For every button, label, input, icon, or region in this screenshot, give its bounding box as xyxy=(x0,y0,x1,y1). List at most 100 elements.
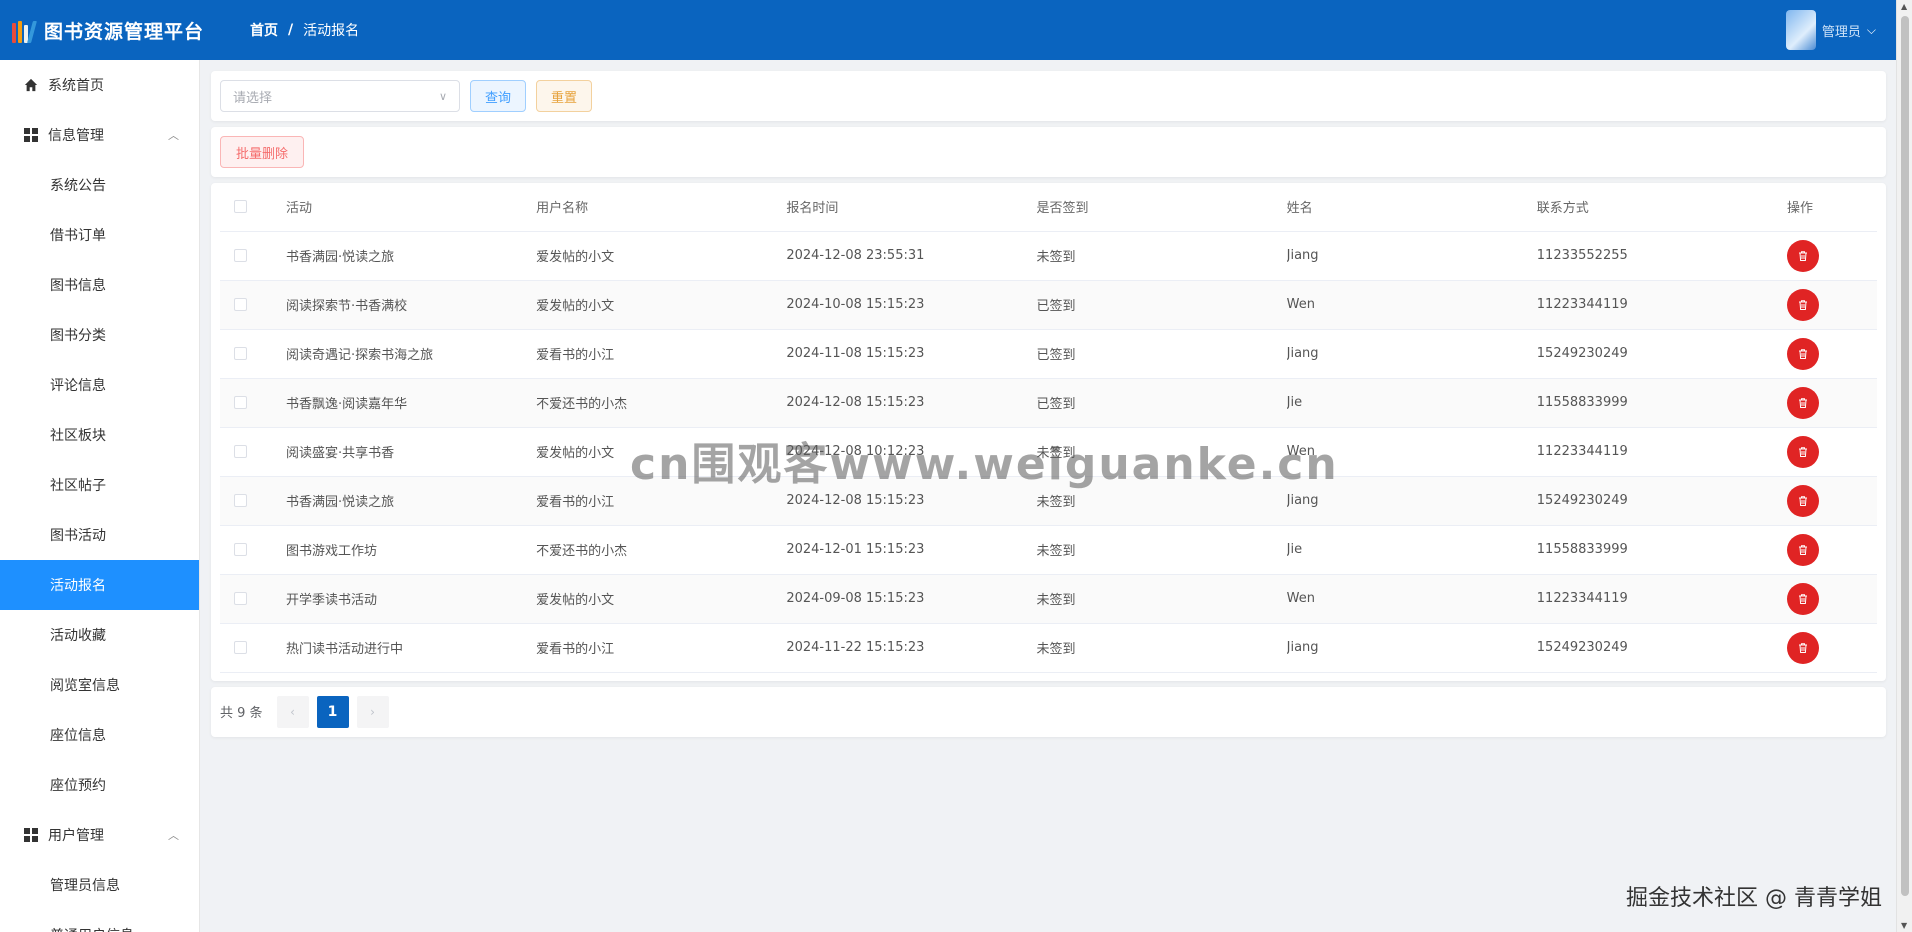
sidebar-item[interactable]: 活动收藏 xyxy=(0,610,199,660)
table-cell: 11233552255 xyxy=(1536,231,1787,281)
sidebar-item[interactable]: 系统公告 xyxy=(0,160,199,210)
table-row[interactable]: 阅读奇遇记·探索书海之旅 爱看书的小江 2024-11-08 15:15:23 已签到… xyxy=(220,329,1877,379)
delete-row-button[interactable] xyxy=(1787,484,1819,517)
delete-row-button[interactable] xyxy=(1787,533,1819,566)
row-select-cell xyxy=(220,280,286,330)
batch-delete-button[interactable]: 批量删除 xyxy=(220,136,305,168)
row-checkbox[interactable] xyxy=(234,543,247,556)
delete-row-button[interactable] xyxy=(1787,631,1819,664)
breadcrumb: 首页 / 活动报名 xyxy=(250,20,359,40)
scroll-up-icon[interactable]: ▲ xyxy=(1901,2,1907,11)
sidebar-item-label: 座位信息 xyxy=(50,728,106,744)
trash-icon xyxy=(1799,348,1807,359)
table-cell: 11558833999 xyxy=(1536,525,1787,575)
table-row[interactable]: 热门读书活动进行中 爱看书的小江 2024-11-22 15:15:23 未签到 Jia… xyxy=(220,623,1877,673)
table-cell: Jiang xyxy=(1286,329,1537,379)
sidebar-item[interactable]: 社区板块 xyxy=(0,410,199,460)
table-cell: 15249230249 xyxy=(1536,329,1787,379)
delete-row-button[interactable] xyxy=(1787,435,1819,468)
sidebar-item[interactable]: 社区帖子 xyxy=(0,460,199,510)
table-row[interactable]: 书香飘逸·阅读嘉年华 不爱还书的小杰 2024-12-08 15:15:23 已签到 J… xyxy=(220,378,1877,428)
sidebar-item[interactable]: 评论信息 xyxy=(0,360,199,410)
sidebar-item-label: 图书活动 xyxy=(50,528,106,544)
sidebar-item[interactable]: 系统首页 xyxy=(0,60,199,110)
table-cell: 书香满园·悦读之旅 xyxy=(286,231,537,281)
scroll-thumb[interactable] xyxy=(1901,16,1909,896)
row-checkbox[interactable] xyxy=(234,641,247,654)
row-select-cell xyxy=(220,329,286,379)
user-menu[interactable]: 管理员 ⌵ xyxy=(1785,10,1876,50)
row-select-cell xyxy=(220,427,286,477)
row-checkbox[interactable] xyxy=(234,592,247,605)
row-checkbox[interactable] xyxy=(234,396,247,409)
sidebar-item[interactable]: 用户管理 ︿ xyxy=(0,810,199,860)
sidebar-item[interactable]: 普通用户信息 xyxy=(0,910,199,932)
app-title: 图书资源管理平台 xyxy=(44,20,205,43)
logo[interactable]: 图书资源管理平台 xyxy=(0,17,203,44)
table-cell: 2024-11-08 15:15:23 xyxy=(786,329,1037,379)
sidebar-item-label: 社区帖子 xyxy=(50,478,106,494)
table-cell: 11223344119 xyxy=(1536,574,1787,624)
sidebar-item-label: 图书分类 xyxy=(50,328,106,344)
table-cell: 爱看书的小江 xyxy=(536,623,787,673)
row-checkbox[interactable] xyxy=(234,347,247,360)
prev-page-button[interactable]: ‹ xyxy=(276,695,309,728)
chevron-down-icon[interactable]: ⌵ xyxy=(1867,23,1876,38)
delete-row-button[interactable] xyxy=(1787,239,1819,272)
sidebar-item[interactable]: 图书活动 xyxy=(0,510,199,560)
delete-row-button[interactable] xyxy=(1787,337,1819,370)
row-checkbox[interactable] xyxy=(234,249,247,262)
table-cell: 已签到 xyxy=(1036,329,1287,379)
delete-row-button[interactable] xyxy=(1787,386,1819,419)
activity-select[interactable]: 请选择 ∨ xyxy=(220,80,460,112)
sidebar-item-label: 阅览室信息 xyxy=(50,678,120,694)
delete-row-button[interactable] xyxy=(1787,582,1819,615)
table-cell: 已签到 xyxy=(1036,378,1287,428)
sidebar-item[interactable]: 管理员信息 xyxy=(0,860,199,910)
next-page-button[interactable]: › xyxy=(356,695,389,728)
table-row[interactable]: 开学季读书活动 爱发帖的小文 2024-09-08 15:15:23 未签到 Wen 11… xyxy=(220,574,1877,624)
grid-icon xyxy=(24,828,40,842)
action-bar: 批量删除 xyxy=(211,127,1886,177)
trash-icon xyxy=(1799,593,1807,604)
chevron-up-icon[interactable]: ︿ xyxy=(168,827,179,843)
table-cell: 15249230249 xyxy=(1536,623,1787,673)
table-cell: 爱发帖的小文 xyxy=(536,231,787,281)
table-row[interactable]: 阅读探索节·书香满校 爱发帖的小文 2024-10-08 15:15:23 已签到 We… xyxy=(220,280,1877,330)
sidebar-item[interactable]: 阅览室信息 xyxy=(0,660,199,710)
table-cell: 未签到 xyxy=(1036,623,1287,673)
avatar[interactable] xyxy=(1785,10,1816,50)
reset-button[interactable]: 重置 xyxy=(536,80,593,112)
table-cell: 不爱还书的小杰 xyxy=(536,378,787,428)
scroll-down-icon[interactable]: ▼ xyxy=(1901,921,1907,930)
select-placeholder: 请选择 xyxy=(233,90,273,106)
delete-row-button[interactable] xyxy=(1787,288,1819,321)
row-select-cell xyxy=(220,231,286,281)
page-number-1[interactable]: 1 xyxy=(316,695,349,728)
page-scrollbar[interactable]: ▲ ▼ xyxy=(1896,0,1912,932)
table-cell: 阅读奇遇记·探索书海之旅 xyxy=(286,329,537,379)
sidebar-item[interactable]: 借书订单 xyxy=(0,210,199,260)
row-actions-cell xyxy=(1787,280,1877,330)
sidebar-item[interactable]: 信息管理 ︿ xyxy=(0,110,199,160)
row-actions-cell xyxy=(1787,525,1877,575)
select-all-checkbox[interactable] xyxy=(234,200,247,214)
sidebar-item-label: 活动收藏 xyxy=(50,628,106,644)
sidebar-item[interactable]: 活动报名 xyxy=(0,560,199,610)
row-checkbox[interactable] xyxy=(234,298,247,311)
sidebar-item[interactable]: 图书分类 xyxy=(0,310,199,360)
table-row[interactable]: 书香满园·悦读之旅 爱发帖的小文 2024-12-08 23:55:31 未签到 Jia… xyxy=(220,231,1877,281)
row-checkbox[interactable] xyxy=(234,494,247,507)
sidebar-item[interactable]: 座位信息 xyxy=(0,710,199,760)
trash-icon xyxy=(1799,446,1807,457)
row-actions-cell xyxy=(1787,623,1877,673)
user-name[interactable]: 管理员 xyxy=(1822,21,1861,40)
query-button[interactable]: 查询 xyxy=(470,80,527,112)
table-row[interactable]: 图书游戏工作坊 不爱还书的小杰 2024-12-01 15:15:23 未签到 Jie 1… xyxy=(220,525,1877,575)
chevron-up-icon[interactable]: ︿ xyxy=(168,127,179,143)
row-checkbox[interactable] xyxy=(234,445,247,458)
sidebar-item[interactable]: 图书信息 xyxy=(0,260,199,310)
sidebar-item[interactable]: 座位预约 xyxy=(0,760,199,810)
watermark: cn围观客www.weiguanke.cn xyxy=(630,439,1339,490)
breadcrumb-home[interactable]: 首页 xyxy=(250,20,278,40)
